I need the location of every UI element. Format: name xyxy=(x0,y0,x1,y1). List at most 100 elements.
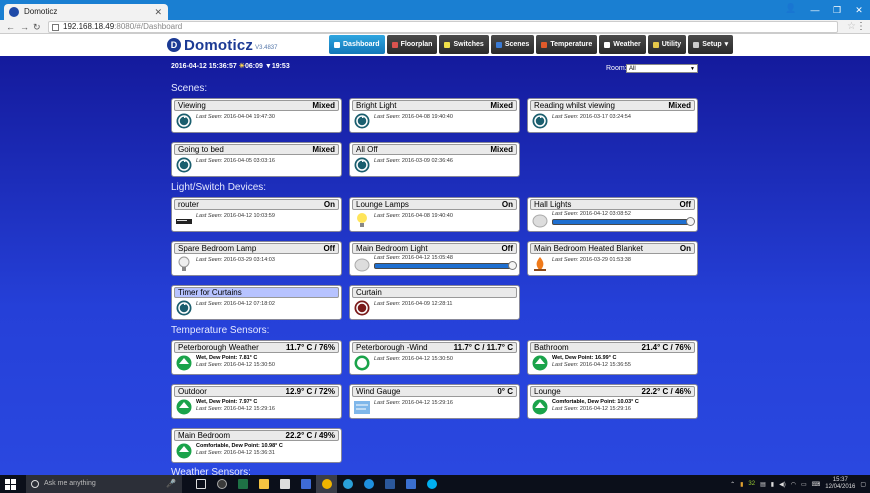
scene-icon[interactable] xyxy=(176,113,192,130)
reload-icon[interactable]: ↻ xyxy=(33,20,41,34)
scene-icon[interactable] xyxy=(354,113,370,130)
app-icon[interactable] xyxy=(400,475,421,493)
temperature-humidity-icon[interactable] xyxy=(176,399,192,416)
device-card[interactable]: Main Bedroom 22.2° C / 49% Comfortable, De… xyxy=(171,428,342,463)
device-card[interactable]: Wind Gauge 0° C Last Seen: 2016-04-12 15:2… xyxy=(349,384,520,419)
windows-start-icon[interactable] xyxy=(5,479,16,490)
microphone-icon[interactable]: 🎤 xyxy=(166,475,176,493)
device-status: On xyxy=(679,244,691,253)
close-window-icon[interactable]: ✕ xyxy=(848,0,870,20)
page-info-icon[interactable] xyxy=(52,24,59,31)
nav-setup-button[interactable]: Setup ▾ xyxy=(688,35,734,54)
device-card[interactable]: Viewing Mixed Last Seen: 2016-04-04 19:47:… xyxy=(171,98,342,133)
nav-temperature-button[interactable]: Temperature xyxy=(536,35,598,54)
dimmer-slider[interactable] xyxy=(374,261,517,270)
wind-temperature-icon[interactable] xyxy=(354,355,370,372)
edge-icon[interactable] xyxy=(358,475,379,493)
taskbar-clock[interactable]: 15:37 12/04/2016 xyxy=(825,477,855,491)
taskbar-search[interactable]: Ask me anything 🎤 xyxy=(26,475,182,493)
notifications-icon[interactable]: ▢ xyxy=(860,481,866,488)
tray-badge[interactable]: 32 xyxy=(748,481,755,487)
device-card[interactable]: Peterborough Weather 11.7° C / 76% Wet, De… xyxy=(171,340,342,375)
device-card[interactable]: Main Bedroom Light Off Last Seen: 2016-04-… xyxy=(349,241,520,276)
lightbulb-off-icon[interactable] xyxy=(176,256,192,273)
scene-icon[interactable] xyxy=(354,157,370,174)
url-input[interactable]: 192.168.18.49:8080/#/Dashboard xyxy=(48,21,838,33)
nav-switches-button[interactable]: Switches xyxy=(439,35,489,54)
user-profile-icon[interactable]: 👤 xyxy=(784,3,798,17)
store-icon[interactable] xyxy=(274,475,295,493)
network-icon[interactable]: ▤ xyxy=(760,481,766,488)
temperature-humidity-icon[interactable] xyxy=(176,355,192,372)
tray-app-icon[interactable]: ▮ xyxy=(771,481,774,488)
slider-handle[interactable] xyxy=(508,261,517,270)
forward-icon[interactable]: → xyxy=(20,20,29,34)
device-card[interactable]: All Off Mixed Last Seen: 2016-03-09 02:36:… xyxy=(349,142,520,177)
bookmark-star-icon[interactable]: ☆ xyxy=(847,20,856,34)
task-view-icon[interactable] xyxy=(190,475,211,493)
app-icon[interactable] xyxy=(295,475,316,493)
browser-tab[interactable]: Domoticz ✕ xyxy=(4,4,168,20)
last-seen-value: 2016-04-08 19:40:40 xyxy=(401,213,453,219)
nav-dashboard-button[interactable]: Dashboard xyxy=(329,35,385,54)
dimmer-icon[interactable] xyxy=(532,212,548,229)
wifi-icon[interactable]: ◠ xyxy=(791,481,796,488)
maximize-icon[interactable]: ❐ xyxy=(826,0,848,20)
lightbulb-on-icon[interactable] xyxy=(354,212,370,229)
up-arrow-icon[interactable]: ⌃ xyxy=(730,481,735,488)
device-header: Main Bedroom 22.2° C / 49% xyxy=(174,430,339,441)
wind-gauge-icon[interactable] xyxy=(354,399,370,416)
slider-handle[interactable] xyxy=(686,217,695,226)
temperature-humidity-icon[interactable] xyxy=(532,355,548,372)
volume-icon[interactable]: ◀) xyxy=(779,481,786,488)
nav-weather-button[interactable]: Weather xyxy=(599,35,646,54)
router-icon[interactable] xyxy=(176,212,192,229)
nav-floorplan-button[interactable]: Floorplan xyxy=(386,35,438,54)
chrome-menu-icon[interactable]: ⋮ xyxy=(856,20,866,34)
skype-icon[interactable] xyxy=(421,475,442,493)
minimize-icon[interactable]: — xyxy=(804,0,826,20)
timer-scene-icon[interactable] xyxy=(176,300,192,317)
temperature-humidity-icon[interactable] xyxy=(532,399,548,416)
device-card[interactable]: Bathroom 21.4° C / 76% Wet, Dew Point: 16.… xyxy=(527,340,698,375)
device-header: Lounge 22.2° C / 46% xyxy=(530,386,695,397)
device-name: Bright Light xyxy=(356,101,397,110)
tab-close-icon[interactable]: ✕ xyxy=(154,4,162,20)
nav-utility-button[interactable]: Utility xyxy=(647,35,687,54)
dimmer-icon[interactable] xyxy=(354,256,370,273)
back-icon[interactable]: ← xyxy=(6,20,15,34)
device-card[interactable]: Going to bed Mixed Last Seen: 2016-04-05 0… xyxy=(171,142,342,177)
dimmer-slider[interactable] xyxy=(552,217,695,226)
device-card[interactable]: Spare Bedroom Lamp Off Last Seen: 2016-03-… xyxy=(171,241,342,276)
domoticz-logo[interactable]: D Domoticz V3.4837 xyxy=(167,36,277,54)
scene-icon[interactable] xyxy=(532,113,548,130)
battery-icon[interactable]: ▭ xyxy=(801,481,807,488)
device-card[interactable]: Hall Lights Off Last Seen: 2016-04-12 03:0… xyxy=(527,197,698,232)
device-card[interactable]: Reading whilst viewing Mixed Last Seen: 20… xyxy=(527,98,698,133)
device-card[interactable]: Timer for Curtains Last Seen: 2016-04-12 … xyxy=(171,285,342,320)
device-card[interactable]: router On Last Seen: 2016-04-12 10:03:59 xyxy=(171,197,342,232)
device-name: Hall Lights xyxy=(534,200,572,209)
device-card[interactable]: Main Bedroom Heated Blanket On Last Seen: … xyxy=(527,241,698,276)
device-card[interactable]: Peterborough -Wind 11.7° C / 11.7° C Last … xyxy=(349,340,520,375)
curtain-icon[interactable] xyxy=(354,300,370,317)
temperature-humidity-icon[interactable] xyxy=(176,443,192,460)
word-icon[interactable] xyxy=(379,475,400,493)
excel-icon[interactable] xyxy=(232,475,253,493)
app-icon[interactable] xyxy=(211,475,232,493)
device-card[interactable]: Bright Light Mixed Last Seen: 2016-04-08 1… xyxy=(349,98,520,133)
device-card[interactable]: Outdoor 12.9° C / 72% Wet, Dew Point: 7.97… xyxy=(171,384,342,419)
nav-scenes-button[interactable]: Scenes xyxy=(490,35,535,54)
device-card[interactable]: Curtain Last Seen: 2016-04-09 12:28:11 xyxy=(349,285,520,320)
chrome-icon[interactable] xyxy=(316,475,337,493)
keyboard-icon[interactable]: ⌨ xyxy=(812,481,821,488)
app-icon[interactable] xyxy=(337,475,358,493)
room-select[interactable]: All ▼ xyxy=(626,64,698,73)
heater-icon[interactable] xyxy=(532,256,548,273)
scene-icon[interactable] xyxy=(176,157,192,174)
tray-app-icon[interactable]: ▮ xyxy=(740,481,743,488)
file-explorer-icon[interactable] xyxy=(253,475,274,493)
device-card[interactable]: Lounge 22.2° C / 46% Comfortable, Dew Poin… xyxy=(527,384,698,419)
device-card[interactable]: Lounge Lamps On Last Seen: 2016-04-08 19:4… xyxy=(349,197,520,232)
system-tray: ⌃ ▮ 32 ▤ ▮ ◀) ◠ ▭ ⌨ 15:37 12/04/2016 ▢ xyxy=(730,475,866,493)
